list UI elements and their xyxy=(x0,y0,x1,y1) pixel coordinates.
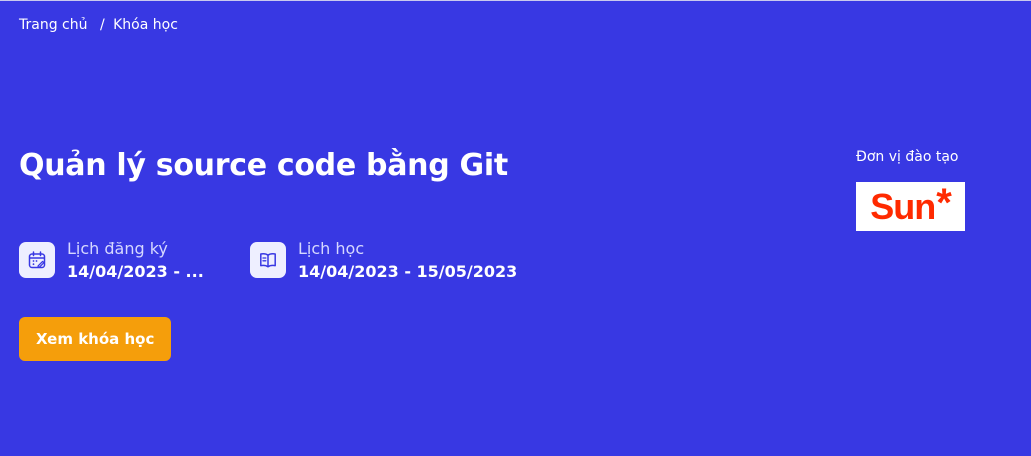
calendar-edit-icon xyxy=(19,242,55,278)
breadcrumb-separator: / xyxy=(99,17,105,33)
view-course-button[interactable]: Xem khóa học xyxy=(19,317,172,361)
breadcrumb: Trang chủ / Khóa học xyxy=(19,16,178,34)
course-title: Quản lý source code bằng Git xyxy=(19,148,508,183)
study-schedule: Lịch học 14/04/2023 - 15/05/2023 xyxy=(250,239,517,284)
provider-logo[interactable]: Sun * xyxy=(856,182,965,231)
registration-label: Lịch đăng ký xyxy=(67,239,168,258)
registration-dates: 14/04/2023 - ... xyxy=(67,262,204,281)
course-hero: Trang chủ / Khóa học Quản lý source code… xyxy=(0,0,1031,456)
provider-label: Đơn vị đào tạo xyxy=(856,149,959,165)
provider-logo-star: * xyxy=(936,180,952,225)
breadcrumb-home-link[interactable]: Trang chủ xyxy=(19,17,87,33)
registration-period: Lịch đăng ký 14/04/2023 - ... xyxy=(19,239,204,284)
book-open-icon xyxy=(250,242,286,278)
provider-logo-text: Sun xyxy=(870,185,936,227)
schedule-dates: 14/04/2023 - 15/05/2023 xyxy=(298,262,518,281)
schedule-label: Lịch học xyxy=(298,239,365,258)
breadcrumb-current-link[interactable]: Khóa học xyxy=(113,17,178,33)
